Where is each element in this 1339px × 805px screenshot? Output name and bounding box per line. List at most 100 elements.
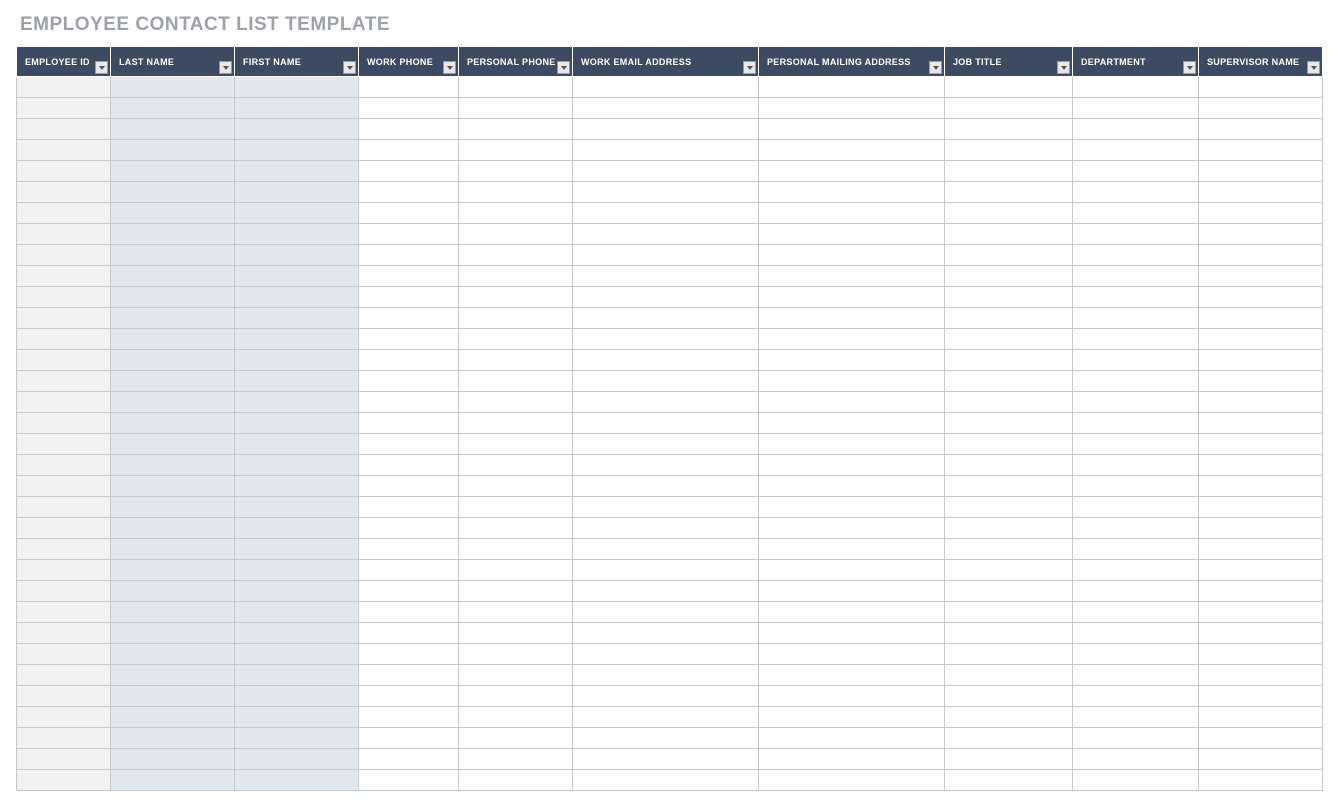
table-cell[interactable] [235, 497, 359, 518]
table-cell[interactable] [1073, 686, 1199, 707]
table-cell[interactable] [573, 707, 759, 728]
table-cell[interactable] [1073, 245, 1199, 266]
table-cell[interactable] [359, 245, 459, 266]
table-cell[interactable] [459, 329, 573, 350]
table-cell[interactable] [459, 539, 573, 560]
table-cell[interactable] [945, 287, 1073, 308]
table-cell[interactable] [759, 413, 945, 434]
table-cell[interactable] [573, 203, 759, 224]
table-cell[interactable] [759, 770, 945, 791]
table-cell[interactable] [235, 602, 359, 623]
table-cell[interactable] [573, 623, 759, 644]
table-cell[interactable] [111, 539, 235, 560]
table-cell[interactable] [945, 728, 1073, 749]
table-cell[interactable] [945, 329, 1073, 350]
table-cell[interactable] [235, 329, 359, 350]
table-cell[interactable] [459, 497, 573, 518]
table-cell[interactable] [1073, 371, 1199, 392]
table-cell[interactable] [17, 203, 111, 224]
table-cell[interactable] [1199, 182, 1323, 203]
table-cell[interactable] [945, 644, 1073, 665]
table-cell[interactable] [235, 644, 359, 665]
table-cell[interactable] [359, 539, 459, 560]
table-cell[interactable] [945, 161, 1073, 182]
table-cell[interactable] [459, 581, 573, 602]
table-cell[interactable] [17, 161, 111, 182]
table-cell[interactable] [235, 98, 359, 119]
table-cell[interactable] [359, 770, 459, 791]
table-cell[interactable] [759, 602, 945, 623]
table-cell[interactable] [1199, 476, 1323, 497]
table-cell[interactable] [235, 287, 359, 308]
table-cell[interactable] [573, 350, 759, 371]
table-cell[interactable] [235, 455, 359, 476]
table-cell[interactable] [359, 455, 459, 476]
table-cell[interactable] [945, 560, 1073, 581]
table-cell[interactable] [1199, 749, 1323, 770]
table-cell[interactable] [1199, 707, 1323, 728]
table-cell[interactable] [945, 77, 1073, 98]
table-cell[interactable] [459, 770, 573, 791]
table-cell[interactable] [573, 644, 759, 665]
table-cell[interactable] [459, 728, 573, 749]
table-cell[interactable] [573, 476, 759, 497]
table-cell[interactable] [359, 749, 459, 770]
table-cell[interactable] [17, 329, 111, 350]
table-cell[interactable] [111, 623, 235, 644]
table-cell[interactable] [111, 749, 235, 770]
table-cell[interactable] [945, 455, 1073, 476]
table-cell[interactable] [111, 350, 235, 371]
table-cell[interactable] [359, 161, 459, 182]
table-cell[interactable] [359, 434, 459, 455]
table-cell[interactable] [111, 560, 235, 581]
table-cell[interactable] [111, 602, 235, 623]
filter-dropdown-icon[interactable] [219, 61, 232, 74]
filter-dropdown-icon[interactable] [95, 61, 108, 74]
table-cell[interactable] [573, 329, 759, 350]
table-cell[interactable] [945, 749, 1073, 770]
table-cell[interactable] [459, 98, 573, 119]
table-cell[interactable] [759, 518, 945, 539]
table-cell[interactable] [17, 392, 111, 413]
table-cell[interactable] [111, 518, 235, 539]
table-cell[interactable] [111, 392, 235, 413]
table-cell[interactable] [945, 665, 1073, 686]
table-cell[interactable] [1073, 392, 1199, 413]
table-cell[interactable] [945, 476, 1073, 497]
table-cell[interactable] [945, 518, 1073, 539]
table-cell[interactable] [945, 392, 1073, 413]
table-cell[interactable] [573, 686, 759, 707]
table-cell[interactable] [235, 665, 359, 686]
table-cell[interactable] [573, 581, 759, 602]
table-cell[interactable] [759, 392, 945, 413]
table-cell[interactable] [235, 371, 359, 392]
table-cell[interactable] [17, 455, 111, 476]
table-cell[interactable] [1073, 434, 1199, 455]
table-cell[interactable] [111, 770, 235, 791]
table-cell[interactable] [759, 539, 945, 560]
table-cell[interactable] [235, 770, 359, 791]
table-cell[interactable] [235, 518, 359, 539]
table-cell[interactable] [1199, 245, 1323, 266]
table-cell[interactable] [459, 224, 573, 245]
table-cell[interactable] [759, 140, 945, 161]
table-cell[interactable] [1073, 539, 1199, 560]
table-cell[interactable] [111, 497, 235, 518]
table-cell[interactable] [1073, 623, 1199, 644]
filter-dropdown-icon[interactable] [929, 61, 942, 74]
table-cell[interactable] [111, 686, 235, 707]
table-cell[interactable] [573, 602, 759, 623]
table-cell[interactable] [111, 245, 235, 266]
table-cell[interactable] [17, 245, 111, 266]
table-cell[interactable] [573, 728, 759, 749]
table-cell[interactable] [1199, 539, 1323, 560]
table-cell[interactable] [573, 560, 759, 581]
table-cell[interactable] [1199, 266, 1323, 287]
table-cell[interactable] [359, 371, 459, 392]
table-cell[interactable] [459, 434, 573, 455]
table-cell[interactable] [945, 602, 1073, 623]
table-cell[interactable] [573, 287, 759, 308]
table-cell[interactable] [359, 140, 459, 161]
table-cell[interactable] [111, 287, 235, 308]
table-cell[interactable] [1199, 623, 1323, 644]
